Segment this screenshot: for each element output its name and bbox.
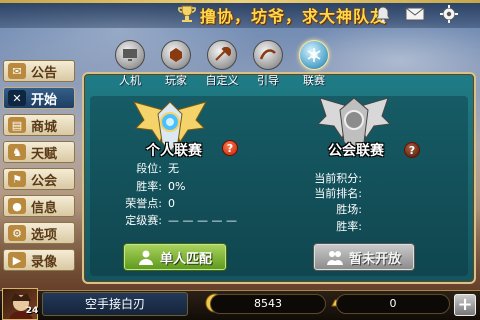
tab-league[interactable]: 联赛 bbox=[292, 40, 336, 88]
solo-match-label: 单人匹配 bbox=[159, 251, 212, 267]
menu-item-talent[interactable]: ♞ 天赋 bbox=[3, 141, 75, 163]
solo-match-button[interactable]: 单人匹配 bbox=[124, 244, 226, 270]
coin-balance: 8543 bbox=[210, 294, 326, 314]
add-currency-button[interactable]: + bbox=[454, 294, 476, 316]
menu-item-label: 开始 bbox=[31, 92, 58, 108]
tab-label: 人机 bbox=[119, 74, 141, 87]
guide-icon bbox=[253, 40, 283, 70]
tab-guide[interactable]: 引导 bbox=[246, 40, 290, 88]
menu-item-info[interactable]: ● 信息 bbox=[3, 195, 75, 217]
guild-stat-points: 当前积分: bbox=[314, 172, 362, 185]
menu-item-label: 信息 bbox=[31, 200, 58, 216]
replay-icon: ▶ bbox=[8, 252, 26, 268]
guild-stat-winrate: 胜率: bbox=[336, 220, 362, 233]
guild-icon: ⚑ bbox=[8, 171, 26, 187]
tab-label: 自定义 bbox=[205, 74, 239, 87]
menu-item-options[interactable]: ⚙ 选项 bbox=[3, 222, 75, 244]
guild-league-title: 公会联赛 bbox=[328, 143, 384, 159]
tab-pve[interactable]: 人机 bbox=[108, 40, 152, 88]
tab-label: 引导 bbox=[257, 74, 279, 87]
settings-icon[interactable] bbox=[438, 4, 460, 24]
menu-item-label: 录像 bbox=[31, 254, 58, 270]
profile-icon: ● bbox=[8, 198, 26, 214]
menu-item-replay[interactable]: ▶ 录像 bbox=[3, 249, 75, 271]
menu-item-label: 公告 bbox=[31, 65, 58, 81]
shop-icon: ▤ bbox=[8, 117, 26, 133]
options-icon: ⚙ bbox=[8, 225, 26, 241]
ingot-balance: 0 bbox=[336, 294, 450, 314]
mail-icon[interactable] bbox=[404, 4, 426, 24]
tab-label: 玩家 bbox=[165, 74, 187, 87]
personal-stat-winrate: 胜率: 0% bbox=[136, 180, 186, 193]
menu-item-guild[interactable]: ⚑ 公会 bbox=[3, 168, 75, 190]
computer-icon bbox=[115, 40, 145, 70]
not-open-button[interactable]: 暂未开放 bbox=[314, 244, 414, 270]
personal-stat-placement: 定级赛: — — — — — bbox=[125, 214, 237, 227]
menu-item-label: 天赋 bbox=[31, 146, 58, 162]
announcement-icon: ✉ bbox=[8, 63, 26, 79]
personal-league-title: 个人联赛 bbox=[146, 143, 202, 159]
level-badge: 24 bbox=[25, 306, 39, 316]
custom-axe-icon bbox=[207, 40, 237, 70]
player-helmet-icon bbox=[161, 40, 191, 70]
menu-item-start[interactable]: ✕ 开始 bbox=[3, 87, 75, 109]
menu-item-label: 公会 bbox=[31, 173, 58, 189]
player-name: 空手接白刃 bbox=[42, 292, 188, 316]
person-icon bbox=[138, 250, 153, 265]
tab-label: 联赛 bbox=[303, 74, 325, 87]
guild-stat-wins: 胜场: bbox=[336, 203, 362, 216]
personal-stat-rank: 段位: 无 bbox=[136, 162, 179, 175]
personal-stat-honor: 荣誉点: 0 bbox=[125, 197, 175, 210]
talent-icon: ♞ bbox=[8, 144, 26, 160]
guild-stat-ranking: 当前排名: bbox=[314, 187, 362, 200]
group-icon bbox=[326, 251, 343, 265]
mode-tabs: 人机 玩家 自定义 引导 联赛 bbox=[108, 40, 338, 88]
tab-custom[interactable]: 自定义 bbox=[200, 40, 244, 88]
menu-item-label: 商城 bbox=[31, 119, 58, 135]
marquee-message: 撸协，坊爷，求大神队友 bbox=[200, 7, 388, 26]
bell-icon[interactable] bbox=[372, 4, 394, 24]
tab-pvp[interactable]: 玩家 bbox=[154, 40, 198, 88]
menu-item-announcement[interactable]: ✉ 公告 bbox=[3, 60, 75, 82]
menu-item-label: 选项 bbox=[31, 227, 58, 243]
league-icon bbox=[299, 40, 329, 70]
menu-item-shop[interactable]: ▤ 商城 bbox=[3, 114, 75, 136]
left-menu: ✉ 公告 ✕ 开始 ▤ 商城 ♞ 天赋 ⚑ 公会 ● 信息 ⚙ 选项 ▶ 录像 bbox=[3, 60, 75, 276]
crossed-swords-icon: ✕ bbox=[8, 90, 26, 106]
personal-help-icon[interactable]: ? bbox=[222, 140, 238, 156]
trophy-icon[interactable] bbox=[176, 4, 198, 24]
guild-help-icon[interactable]: ? bbox=[404, 142, 420, 158]
not-open-label: 暂未开放 bbox=[348, 251, 401, 267]
